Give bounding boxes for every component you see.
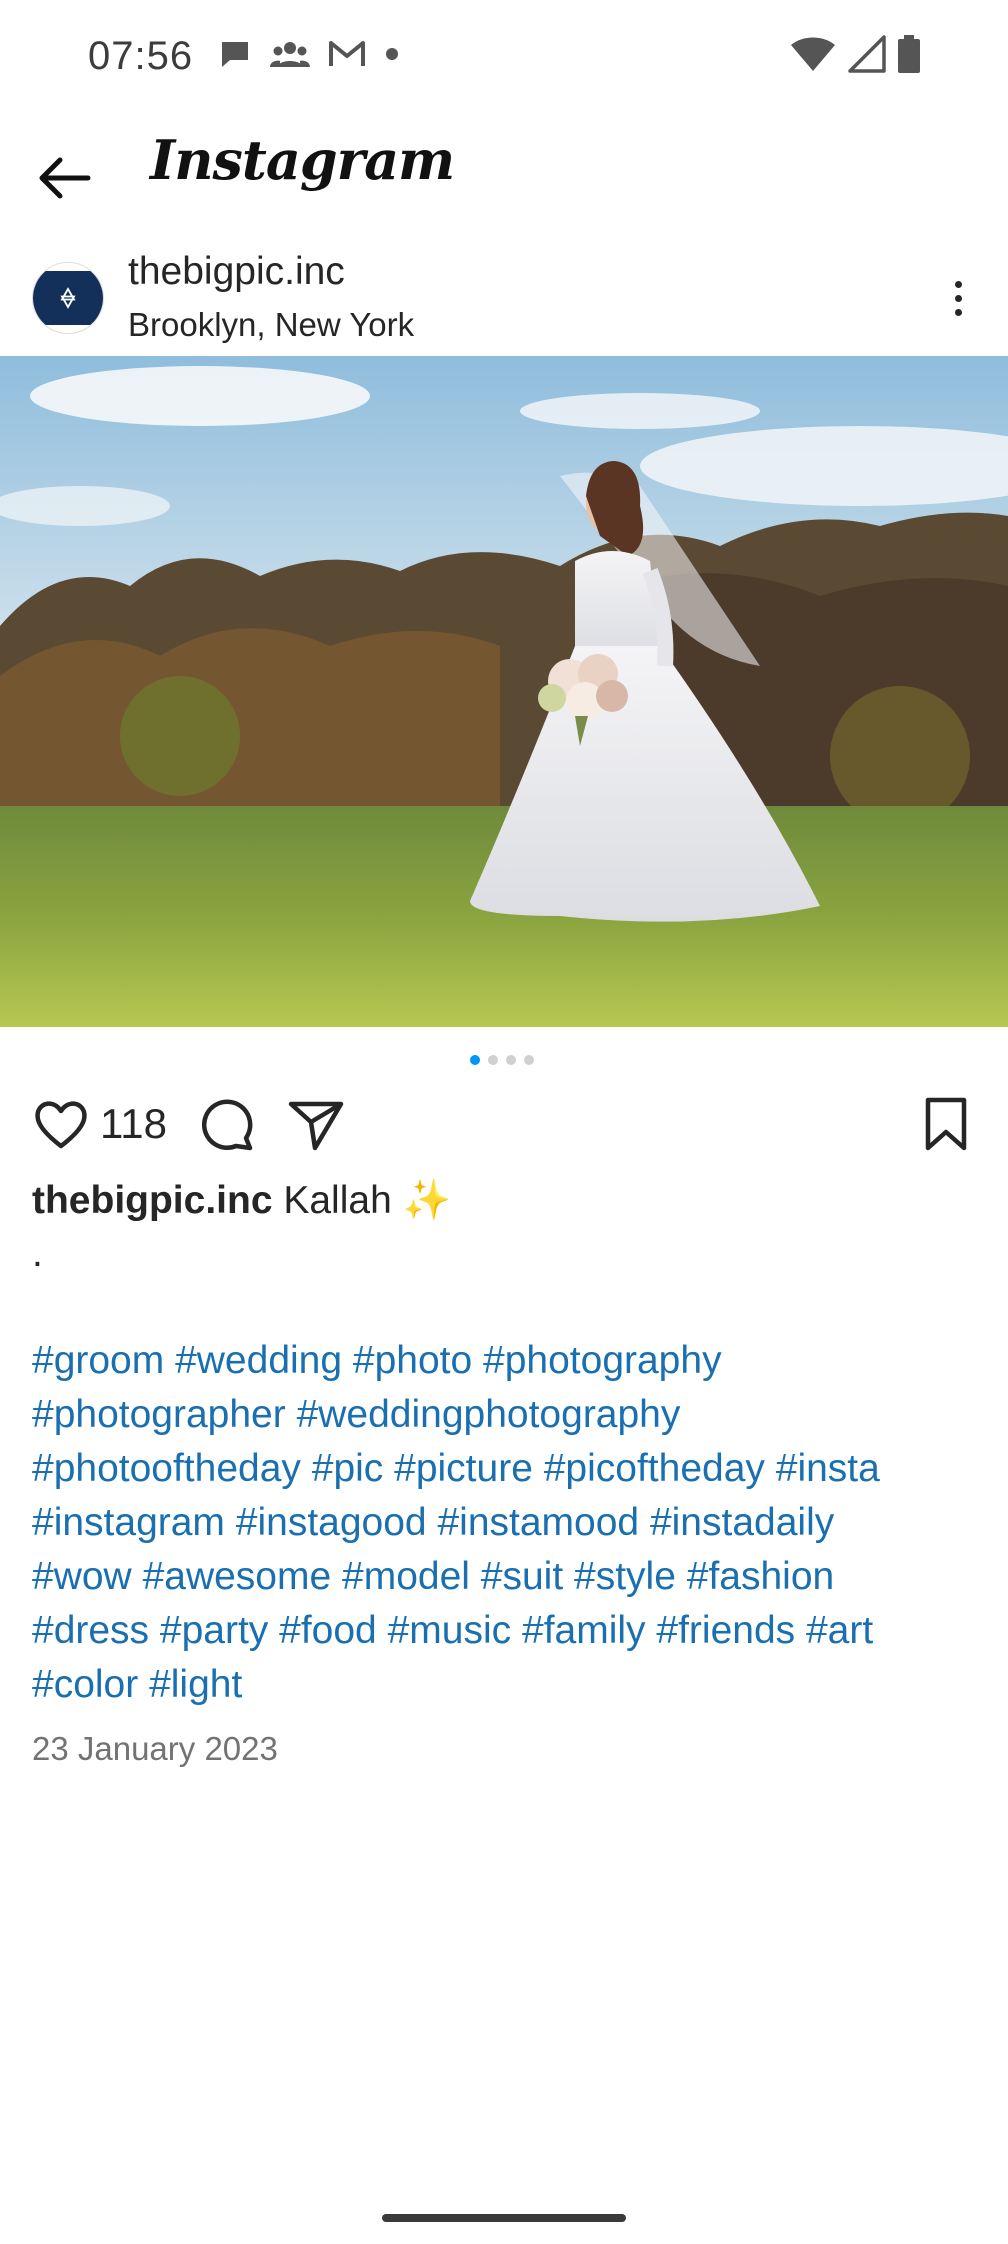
hashtag-line: #color #light	[32, 1658, 992, 1712]
hashtag-line: #wow #awesome #model #suit #style #fashi…	[32, 1550, 992, 1604]
post-date: 23 January 2023	[32, 1730, 278, 1767]
hashtag-link[interactable]: #photographer	[32, 1393, 286, 1436]
hashtag-line: #dress #party #food #music #family #frie…	[32, 1604, 992, 1658]
arrow-left-icon	[39, 157, 91, 199]
hashtag-link[interactable]: #art	[806, 1609, 873, 1652]
caption-line: .	[32, 1232, 43, 1275]
more-dots-icon	[954, 280, 962, 288]
heart-icon	[35, 1101, 87, 1149]
hashtag-link[interactable]: #dress	[32, 1609, 149, 1652]
paper-plane-icon	[288, 1101, 344, 1151]
chat-bubble-icon	[218, 38, 252, 75]
post-location[interactable]: Brooklyn, New York	[128, 306, 414, 344]
hashtag-link[interactable]: #model	[342, 1555, 470, 1598]
instagram-logo: Instagram	[150, 128, 455, 192]
share-button[interactable]	[286, 1094, 346, 1154]
gmail-icon	[328, 39, 366, 74]
hashtag-link[interactable]: #light	[149, 1663, 242, 1706]
hashtag-line: #groom #wedding #photo #photography	[32, 1334, 992, 1388]
hashtag-link[interactable]: #family	[522, 1609, 646, 1652]
caption-username[interactable]: thebigpic.inc	[32, 1179, 273, 1222]
save-button[interactable]	[918, 1094, 974, 1154]
hashtag-line: #instagram #instagood #instamood #instad…	[32, 1496, 992, 1550]
home-indicator[interactable]	[382, 2214, 626, 2222]
carousel-dot	[488, 1055, 498, 1065]
like-button[interactable]	[32, 1094, 90, 1154]
signal-icon	[846, 35, 886, 78]
hashtag-link[interactable]: #picoftheday	[544, 1447, 765, 1490]
hashtag-link[interactable]: #awesome	[143, 1555, 332, 1598]
hashtag-link[interactable]: #groom	[32, 1339, 164, 1382]
hashtag-link[interactable]: #photography	[483, 1339, 722, 1382]
system-icons	[790, 34, 922, 79]
bride-photo	[0, 356, 1008, 1027]
hashtag-link[interactable]: #wow	[32, 1555, 132, 1598]
hashtag-link[interactable]: #fashion	[687, 1555, 834, 1598]
hashtag-link[interactable]: #pic	[312, 1447, 384, 1490]
battery-icon	[896, 34, 922, 79]
bookmark-icon	[925, 1097, 967, 1151]
hashtag-link[interactable]: #photo	[353, 1339, 472, 1382]
carousel-indicator	[470, 1055, 534, 1065]
notification-icons	[218, 38, 400, 75]
hashtag-link[interactable]: #food	[279, 1609, 377, 1652]
carousel-dot	[506, 1055, 516, 1065]
carousel-dot-active	[470, 1055, 480, 1065]
back-button[interactable]	[30, 150, 98, 206]
status-bar: 07:56	[0, 0, 1008, 110]
comment-icon	[201, 1099, 253, 1151]
hashtag-link[interactable]: #instamood	[437, 1501, 639, 1544]
dot-icon	[384, 46, 400, 67]
hashtags: #groom #wedding #photo #photography #phot…	[32, 1334, 992, 1712]
status-time: 07:56	[88, 34, 194, 78]
hashtag-link[interactable]: #style	[574, 1555, 676, 1598]
hashtag-link[interactable]: #insta	[776, 1447, 880, 1490]
avatar[interactable]	[32, 262, 104, 334]
hashtag-link[interactable]: #wedding	[175, 1339, 342, 1382]
group-icon	[270, 39, 310, 74]
like-count[interactable]: 118	[100, 1100, 167, 1148]
caption-text: Kallah ✨	[283, 1179, 452, 1222]
hashtag-link[interactable]: #music	[388, 1609, 512, 1652]
hashtag-link[interactable]: #party	[160, 1609, 268, 1652]
comment-button[interactable]	[196, 1094, 256, 1154]
hashtag-line: #photographer #weddingphotography	[32, 1388, 992, 1442]
post-photo[interactable]	[0, 356, 1008, 1027]
hashtag-link[interactable]: #instagood	[236, 1501, 427, 1544]
hashtag-link[interactable]: #suit	[481, 1555, 563, 1598]
hashtag-link[interactable]: #instadaily	[650, 1501, 834, 1544]
hashtag-link[interactable]: #photooftheday	[32, 1447, 301, 1490]
hashtag-link[interactable]: #friends	[656, 1609, 795, 1652]
hashtag-link[interactable]: #picture	[394, 1447, 533, 1490]
hashtag-link[interactable]: #weddingphotography	[297, 1393, 681, 1436]
hashtag-link[interactable]: #instagram	[32, 1501, 225, 1544]
post-username[interactable]: thebigpic.inc	[128, 250, 345, 294]
hashtag-line: #photooftheday #pic #picture #picoftheda…	[32, 1442, 992, 1496]
carousel-dot	[524, 1055, 534, 1065]
hashtag-link[interactable]: #color	[32, 1663, 138, 1706]
caption: thebigpic.inc Kallah ✨	[32, 1174, 982, 1228]
more-options-button[interactable]	[938, 270, 978, 326]
wifi-icon	[790, 35, 836, 78]
